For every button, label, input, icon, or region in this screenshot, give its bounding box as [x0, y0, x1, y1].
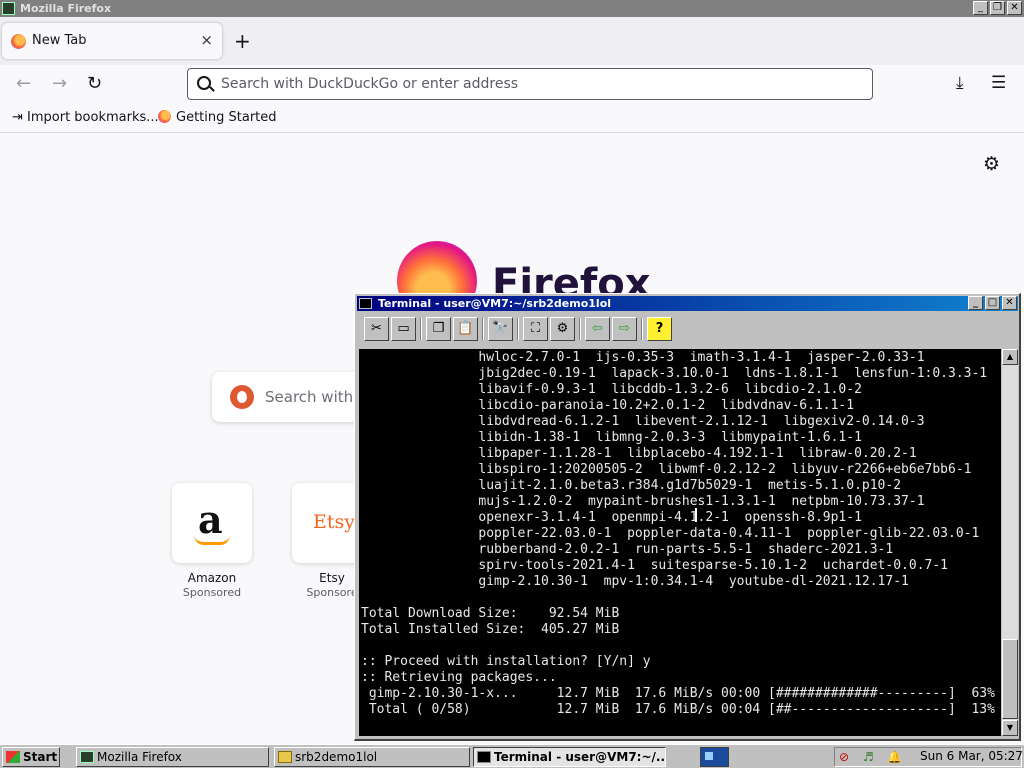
terminal-line: hwloc-2.7.0-1 ijs-0.35-3 imath-3.1.4-1 j… — [478, 350, 925, 365]
restore-button[interactable]: ❐ — [990, 1, 1005, 15]
terminal-line: libspiro-1:20200505-2 libwmf-0.2.12-2 li… — [478, 462, 972, 477]
terminal-line: Total Installed Size: 405.27 MiB — [361, 622, 620, 637]
taskbar-item-terminal[interactable]: Terminal - user@VM7:~/... — [473, 747, 666, 767]
paste-icon[interactable]: 📋 — [453, 317, 478, 341]
scroll-up-icon[interactable]: ▲ — [1002, 349, 1018, 365]
terminal-line: openexr-3.1.4-1 openmpi-4.1.2-1 openssh-… — [478, 510, 862, 525]
cut-icon[interactable]: ✂ — [364, 317, 389, 341]
terminal-titlebar[interactable]: Terminal - user@VM7:~/srb2demo1lol _ □ ✕ — [357, 296, 1018, 311]
terminal-output: hwloc-2.7.0-1 ijs-0.35-3 imath-3.1.4-1 j… — [361, 350, 995, 718]
fullscreen-icon[interactable]: ⛶ — [523, 317, 548, 341]
scroll-down-icon[interactable]: ▼ — [1002, 720, 1018, 736]
firefox-icon — [11, 34, 26, 49]
terminal-line: Total ( 0/58) 12.7 MiB 17.6 MiB/s 00:04 … — [368, 702, 995, 717]
tab-label: New Tab — [32, 33, 87, 48]
terminal-line: :: Proceed with installation? [Y/n] y — [361, 654, 651, 669]
navigation-toolbar: ← → ↻ Search with DuckDuckGo or enter ad… — [0, 65, 1024, 103]
taskbar-item-folder[interactable]: srb2demo1lol — [274, 747, 470, 767]
terminal-line: libdvdread-6.1.2-1 libevent-2.1.12-1 lib… — [478, 414, 925, 429]
terminal-line: poppler-22.03.0-1 poppler-data-0.4.11-1 … — [478, 526, 980, 541]
shortcut-amazon[interactable]: a — [172, 483, 252, 563]
terminal-line: mujs-1.2.0-2 mypaint-brushes1-1.3.1-1 ne… — [478, 494, 925, 509]
terminal-toolbar: ✂ ▭ ❐ 📋 🔭 ⛶ ⚙ ⇦ ⇨ ? — [357, 314, 1018, 346]
scrollbar-thumb[interactable] — [1002, 639, 1018, 719]
network-icon[interactable]: ⊘ — [839, 750, 849, 764]
minimize-button[interactable]: _ — [968, 296, 983, 310]
terminal-line: libidn-1.38-1 libmng-2.0.3-3 libmypaint-… — [478, 430, 862, 445]
shortcut-subtitle: Sponsored — [182, 586, 242, 599]
arrow-left-icon[interactable]: ⇦ — [585, 317, 610, 341]
terminal-line: luajit-2.1.0.beta3.r384.g1d7b5029-1 meti… — [478, 478, 902, 493]
help-icon[interactable]: ? — [647, 317, 672, 341]
desktop: Mozilla Firefox _ ❐ ✕ New Tab × + ← → ↻ … — [0, 0, 1024, 768]
find-icon[interactable]: 🔭 — [488, 317, 513, 341]
bookmark-import[interactable]: ⇥ Import bookmarks... — [12, 110, 159, 125]
text-cursor-icon — [695, 508, 697, 522]
tab-close-icon[interactable]: × — [200, 31, 213, 49]
system-tray: ⊘ ♬ 🔔 Sun 6 Mar, 05:27 — [834, 747, 1023, 767]
start-icon — [6, 751, 20, 763]
terminal-line: gimp-2.10.30-1 mpv-1:0.34.1-4 youtube-dl… — [478, 574, 909, 589]
terminal-window: Terminal - user@VM7:~/srb2demo1lol _ □ ✕… — [354, 293, 1021, 741]
start-button[interactable]: Start — [2, 747, 60, 767]
terminal-line: :: Retrieving packages... — [361, 670, 557, 685]
terminal-icon — [477, 751, 491, 763]
address-placeholder: Search with DuckDuckGo or enter address — [221, 76, 519, 92]
terminal-icon — [359, 298, 372, 309]
terminal-line: libavif-0.9.3-1 libcddb-1.3.2-6 libcdio-… — [478, 382, 862, 397]
firefox-icon — [158, 110, 171, 123]
terminal-line: libpaper-1.1.28-1 libplacebo-4.192.1-1 l… — [478, 446, 917, 461]
minimize-button[interactable]: _ — [973, 1, 988, 15]
terminal-line: jbig2dec-0.19-1 lapack-3.10.0-1 ldns-1.8… — [478, 366, 988, 381]
terminal-screen[interactable]: hwloc-2.7.0-1 ijs-0.35-3 imath-3.1.4-1 j… — [359, 349, 1001, 736]
arrow-right-icon[interactable]: ⇨ — [612, 317, 637, 341]
tab-strip: New Tab × + — [0, 17, 1024, 65]
gear-icon[interactable]: ⚙ — [983, 153, 1000, 175]
folder-icon — [278, 751, 292, 763]
amazon-smile — [194, 535, 230, 545]
copy-icon[interactable]: ❐ — [426, 317, 451, 341]
window-icon[interactable]: ▭ — [391, 317, 416, 341]
terminal-line: libcdio-paranoia-10.2+2.0.1-2 libdvdnav-… — [478, 398, 855, 413]
terminal-line: spirv-tools-2021.4-1 suitesparse-5.10.1-… — [478, 558, 948, 573]
back-icon[interactable]: ← — [16, 73, 31, 94]
clock[interactable]: Sun 6 Mar, 05:27 — [920, 749, 1023, 763]
reload-icon[interactable]: ↻ — [87, 73, 102, 94]
terminal-line: Total Download Size: 92.54 MiB — [361, 606, 620, 621]
terminal-scrollbar[interactable]: ▲ ▼ — [1002, 349, 1018, 736]
app-icon — [2, 2, 15, 15]
notification-icon[interactable]: 🔔 — [887, 750, 902, 764]
close-button[interactable]: ✕ — [1007, 1, 1022, 15]
terminal-line: gimp-2.10.30-1-x... 12.7 MiB 17.6 MiB/s … — [368, 686, 995, 701]
tab-new-tab[interactable]: New Tab × — [2, 23, 222, 59]
search-icon — [197, 76, 211, 90]
maximize-button[interactable]: □ — [985, 296, 1000, 310]
duckduckgo-icon — [230, 385, 254, 409]
download-icon[interactable]: ⤓ — [956, 73, 964, 93]
taskbar: Start Mozilla Firefox srb2demo1lol Termi… — [0, 744, 1024, 768]
firefox-window-title: Mozilla Firefox — [20, 2, 112, 15]
terminal-line: rubberband-2.0.2-1 run-parts-5.5-1 shade… — [478, 542, 894, 557]
desktop-pager-icon[interactable] — [700, 747, 729, 767]
import-icon: ⇥ — [12, 110, 28, 125]
taskbar-item-firefox[interactable]: Mozilla Firefox — [76, 747, 269, 767]
bookmarks-toolbar: ⇥ Import bookmarks... Getting Started — [0, 103, 1024, 133]
volume-icon[interactable]: ♬ — [863, 750, 874, 764]
menu-icon[interactable]: ☰ — [991, 73, 1006, 93]
etsy-logo: Etsy — [313, 511, 355, 533]
bookmark-getting-started[interactable]: Getting Started — [158, 110, 277, 125]
terminal-title: Terminal - user@VM7:~/srb2demo1lol — [378, 297, 612, 310]
settings-icon[interactable]: ⚙ — [550, 317, 575, 341]
address-bar[interactable]: Search with DuckDuckGo or enter address — [187, 68, 873, 100]
forward-icon[interactable]: → — [52, 73, 67, 94]
new-tab-button[interactable]: + — [234, 31, 251, 51]
firefox-titlebar[interactable]: Mozilla Firefox _ ❐ ✕ — [0, 0, 1024, 17]
shortcut-title[interactable]: Amazon — [162, 571, 262, 585]
close-button[interactable]: ✕ — [1002, 296, 1017, 310]
app-icon — [80, 751, 94, 763]
